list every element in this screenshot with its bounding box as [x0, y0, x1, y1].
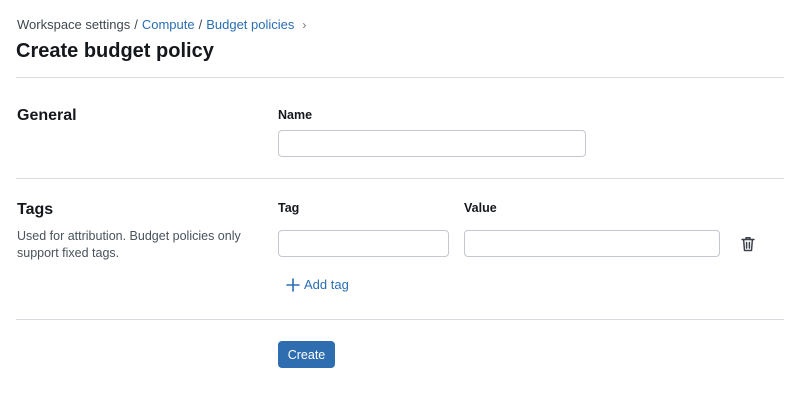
add-tag-button[interactable]: Add tag	[286, 276, 349, 294]
divider	[16, 319, 784, 320]
tag-key-input[interactable]	[278, 230, 449, 257]
divider	[16, 77, 784, 78]
tags-description: Used for attribution. Budget policies on…	[17, 229, 241, 260]
breadcrumb-budget-policies[interactable]: Budget policies	[206, 16, 294, 34]
breadcrumb-compute[interactable]: Compute	[142, 16, 195, 34]
create-button[interactable]: Create	[278, 341, 335, 368]
breadcrumb-workspace-settings[interactable]: Workspace settings	[17, 16, 130, 34]
trash-icon	[741, 237, 755, 252]
plus-icon	[286, 278, 300, 292]
breadcrumb-separator: /	[134, 17, 138, 32]
tag-column-label: Tag	[278, 201, 300, 215]
divider	[16, 178, 784, 179]
delete-tag-button[interactable]	[738, 234, 758, 254]
name-label: Name	[278, 108, 313, 122]
value-column-label: Value	[464, 201, 497, 215]
breadcrumb-separator: /	[198, 17, 203, 32]
page-title: Create budget policy	[16, 40, 214, 62]
add-tag-label: Add tag	[304, 277, 349, 292]
tag-value-input[interactable]	[464, 230, 720, 257]
breadcrumb: Workspace settings / Compute / Budget po…	[17, 16, 306, 34]
chevron-right-icon[interactable]: ›	[294, 16, 306, 34]
section-title-tags: Tags	[17, 201, 54, 218]
section-title-general: General	[17, 107, 77, 124]
name-input[interactable]	[278, 130, 586, 157]
